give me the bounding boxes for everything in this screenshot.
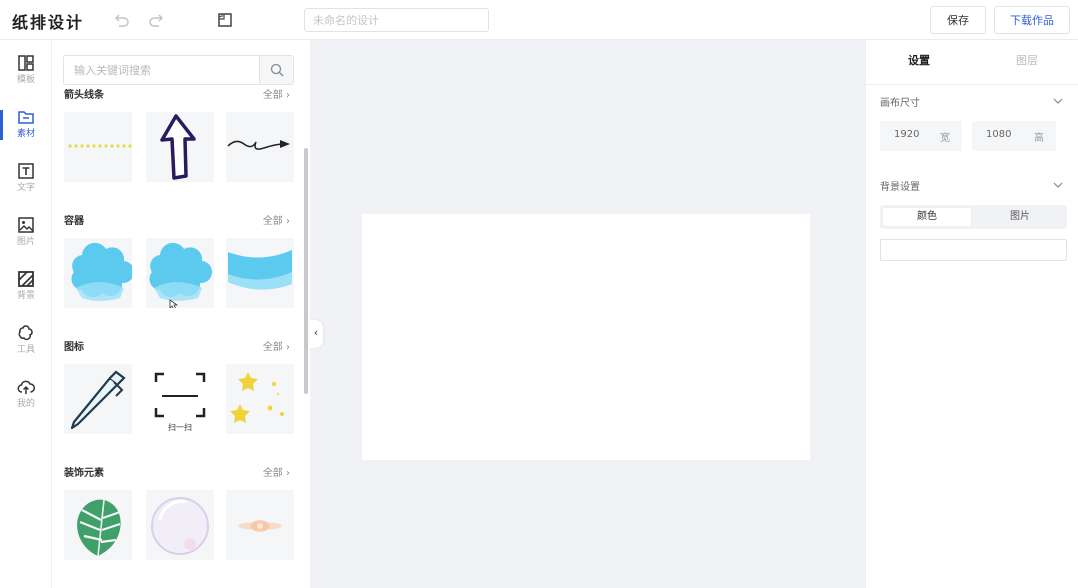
nav-item-text[interactable]: 文字 [0, 158, 52, 206]
tab-layers[interactable]: 图层 [1016, 52, 1038, 68]
nav-item-mine[interactable]: 我的 [0, 374, 52, 422]
tool-icon [17, 324, 35, 342]
image-icon [17, 216, 35, 234]
nav-item-material[interactable]: 素材 [0, 104, 52, 152]
nav-label: 模板 [16, 75, 35, 85]
material-thumb-light-flare[interactable] [226, 490, 294, 560]
scan-caption: 扫一扫 [168, 422, 192, 432]
chevron-down-icon[interactable] [1052, 179, 1064, 191]
material-icon [17, 108, 35, 126]
chevron-down-icon[interactable] [1052, 95, 1064, 107]
all-link-label: 全部 [262, 216, 283, 227]
design-title-input[interactable] [304, 8, 489, 32]
background-icon [17, 270, 35, 288]
background-settings-label: 背景设置 [880, 182, 920, 193]
nav-label: 工具 [16, 345, 35, 355]
tab-divider [866, 84, 1078, 85]
nav-label: 图片 [16, 237, 35, 247]
canvas-height-field[interactable]: 1080 高 [972, 121, 1056, 151]
collapse-panel-button[interactable]: ‹ [309, 320, 323, 348]
search-box [63, 55, 294, 85]
panel-scrollbar[interactable] [304, 148, 308, 394]
design-canvas[interactable] [362, 214, 810, 460]
material-thumb-banner[interactable] [226, 238, 294, 308]
section-all-link[interactable]: 全部 › [263, 86, 290, 101]
save-button[interactable]: 保存 [930, 6, 986, 34]
section-title: 容器 [64, 216, 84, 227]
nav-label: 我的 [16, 399, 35, 409]
height-unit: 高 [1034, 133, 1044, 144]
background-type-toggle: 颜色 图片 [880, 205, 1067, 229]
top-bar: 纸排设计 保存 下载作品 [0, 0, 1078, 40]
material-thumb-stars[interactable] [226, 364, 294, 434]
section-title: 图标 [64, 342, 84, 353]
search-icon[interactable] [259, 56, 293, 84]
left-nav: 模板 素材 文字 图片 背景 工具 我的 [0, 40, 52, 588]
height-value: 1080 [986, 129, 1012, 140]
template-icon [17, 54, 35, 72]
canvas-size-label: 画布尺寸 [880, 98, 920, 109]
section-header-icons: 图标 全部 › [64, 338, 290, 353]
ruler-icon[interactable] [216, 11, 234, 29]
material-thumb-up-arrow[interactable] [146, 112, 214, 182]
material-thumb-scan[interactable]: 扫一扫 [146, 364, 214, 434]
section-all-link[interactable]: 全部 › [263, 212, 290, 227]
section-title: 装饰元素 [64, 468, 104, 479]
settings-panel: 设置 图层 画布尺寸 1920 宽 1080 高 背景设置 颜色 图片 [865, 40, 1078, 588]
nav-item-image[interactable]: 图片 [0, 212, 52, 260]
app-logo: 纸排设计 [12, 13, 85, 32]
material-thumb-dotted-arrow[interactable] [64, 112, 132, 182]
chevron-left-icon: ‹ [313, 326, 319, 339]
nav-label: 素材 [16, 129, 35, 139]
section-all-link[interactable]: 全部 › [263, 464, 290, 479]
undo-icon[interactable] [112, 11, 130, 29]
nav-item-background[interactable]: 背景 [0, 266, 52, 314]
material-thumb-squiggle-arrow[interactable] [226, 112, 294, 182]
section-header-containers: 容器 全部 › [64, 212, 290, 227]
tab-settings[interactable]: 设置 [908, 52, 930, 68]
section-header-arrows: 箭头线条 全部 › [64, 86, 290, 101]
search-input[interactable] [64, 56, 260, 84]
cloud-upload-icon [17, 378, 35, 396]
material-thumb-pen[interactable] [64, 364, 132, 434]
section-title: 箭头线条 [64, 90, 104, 101]
bg-image-option[interactable]: 图片 [976, 208, 1064, 226]
nav-label: 背景 [16, 291, 35, 301]
text-icon [17, 162, 35, 180]
all-link-label: 全部 [262, 468, 283, 479]
material-thumb-bubble[interactable] [146, 490, 214, 560]
section-all-link[interactable]: 全部 › [263, 338, 290, 353]
material-thumb-monstera-leaf[interactable] [64, 490, 132, 560]
nav-item-template[interactable]: 模板 [0, 50, 52, 98]
redo-icon[interactable] [148, 11, 166, 29]
workspace [310, 40, 865, 588]
material-panel: 箭头线条 全部 › 容器 全部 › 图标 全部 › 扫一扫 装饰元素 全部 › [52, 40, 310, 588]
canvas-width-field[interactable]: 1920 宽 [880, 121, 962, 151]
background-color-input[interactable] [880, 239, 1067, 261]
nav-label: 文字 [16, 183, 35, 193]
section-header-decorations: 装饰元素 全部 › [64, 464, 290, 479]
nav-item-tool[interactable]: 工具 [0, 320, 52, 368]
download-button[interactable]: 下载作品 [994, 6, 1070, 34]
material-thumb-cloud-hover[interactable] [146, 238, 214, 308]
width-value: 1920 [894, 129, 920, 140]
all-link-label: 全部 [262, 342, 283, 353]
all-link-label: 全部 [262, 90, 283, 101]
material-thumb-cloud[interactable] [64, 238, 132, 308]
width-unit: 宽 [940, 133, 950, 144]
bg-color-option[interactable]: 颜色 [883, 208, 971, 226]
